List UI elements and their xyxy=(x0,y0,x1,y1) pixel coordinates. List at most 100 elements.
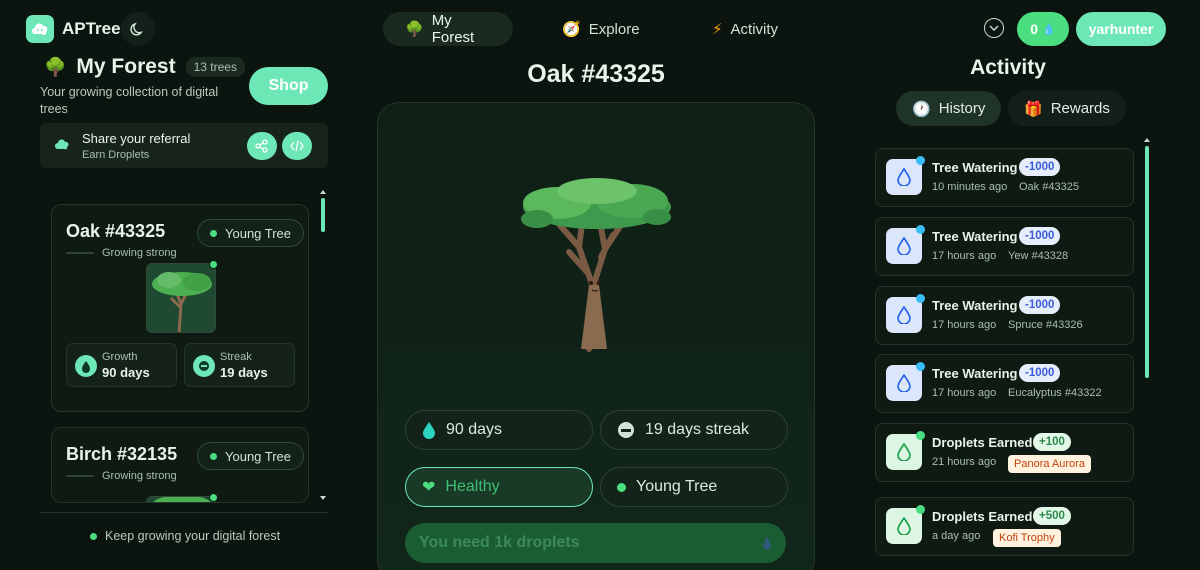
amount-badge: -1000 xyxy=(1019,158,1061,176)
tree-reference: Yew #43328 xyxy=(1008,250,1069,262)
tree-icon: 🌳 xyxy=(44,56,67,77)
water-tree-button[interactable]: You need 1k droplets xyxy=(405,523,786,563)
source-tag: Panora Aurora xyxy=(1008,455,1091,473)
droplet-icon xyxy=(75,355,97,377)
activity-time: a day ago xyxy=(932,530,981,542)
activity-item[interactable]: Tree Watering -1000 17 hours ago Spruce #43… xyxy=(875,286,1134,345)
activity-title: Droplets Earned xyxy=(932,509,1033,524)
droplet-balance: 0 xyxy=(1030,21,1039,37)
health-status-pill: ❤ Healthy xyxy=(405,467,593,507)
tree-illustration xyxy=(521,178,671,352)
tree-icon: 🌳 xyxy=(405,21,424,38)
scroll-up-arrow[interactable] xyxy=(1144,138,1150,142)
tree-reference: Eucalyptus #43322 xyxy=(1008,387,1102,399)
top-bar: APTree 🌳 My Forest 🧭 Explore ⚡ Activity … xyxy=(0,0,1200,58)
tab-history[interactable]: 🕐 History xyxy=(896,91,1002,126)
activity-time: 21 hours ago xyxy=(932,456,997,468)
activity-item[interactable]: Tree Watering -1000 17 hours ago Yew #43328 xyxy=(875,217,1134,276)
amount-badge: -1000 xyxy=(1019,227,1061,245)
theme-toggle-button[interactable] xyxy=(121,12,155,46)
tree-reference: Oak #43325 xyxy=(1019,181,1079,193)
droplet-icon xyxy=(423,422,435,439)
forest-subtitle: Your growing collection of digital trees xyxy=(40,85,219,116)
watering-droplet-icon xyxy=(886,294,925,333)
divider xyxy=(40,512,328,513)
forest-header: 🌳 My Forest 13 trees xyxy=(44,55,245,79)
tab-label: Explore xyxy=(588,20,640,38)
activity-time: 10 minutes ago xyxy=(932,181,1008,193)
activity-item[interactable]: Tree Watering -1000 17 hours ago Eucalyptus… xyxy=(875,354,1134,413)
tree-count-badge: 13 trees xyxy=(185,57,245,77)
streak-stat: Streak 19 days xyxy=(184,343,295,387)
activity-item[interactable]: Droplets Earned +500 a day ago Kofi Trophy xyxy=(875,497,1134,556)
active-indicator xyxy=(209,260,218,269)
streak-pill: 19 days streak xyxy=(600,410,788,450)
stage-badge: Young Tree xyxy=(197,442,305,470)
tree-status: Growing strong xyxy=(66,470,177,482)
tree-card-oak[interactable]: Oak #43325 Growing strong Young Tree Gro… xyxy=(51,204,309,412)
activity-item[interactable]: Droplets Earned +100 21 hours ago Panora Au… xyxy=(875,423,1134,482)
need-droplets-label: You need 1k droplets xyxy=(419,534,580,551)
active-indicator xyxy=(209,493,218,502)
activity-scrollbar[interactable] xyxy=(1145,146,1149,378)
watering-droplet-icon xyxy=(886,156,925,195)
droplets-icon: 💧 xyxy=(1042,23,1056,36)
tree-name: Birch #32135 xyxy=(66,444,178,464)
streak-icon xyxy=(618,422,634,438)
share-icon xyxy=(255,139,268,153)
chevron-down-icon[interactable] xyxy=(984,18,1004,38)
forest-title: My Forest xyxy=(76,55,176,78)
tree-name: Oak #43325 xyxy=(66,221,166,241)
tree-thumbnail xyxy=(146,496,216,502)
activity-title: Droplets Earned xyxy=(932,435,1033,450)
referral-icon xyxy=(54,137,70,158)
streak-icon xyxy=(193,355,215,377)
aptree-logo-icon[interactable] xyxy=(26,15,54,43)
growth-stat: Growth 90 days xyxy=(66,343,177,387)
tree-status: Growing strong xyxy=(66,247,177,259)
activity-time: 17 hours ago xyxy=(932,319,997,331)
source-tag: Kofi Trophy xyxy=(993,529,1061,547)
left-scrollbar[interactable] xyxy=(321,198,325,232)
activity-title: Activity xyxy=(970,56,1046,79)
referral-title: Share your referral xyxy=(82,131,191,146)
tab-rewards[interactable]: 🎁 Rewards xyxy=(1008,91,1126,126)
droplet-balance-button[interactable]: 0 💧 xyxy=(1017,12,1069,46)
code-icon xyxy=(290,140,304,152)
moon-icon xyxy=(130,22,143,36)
tree-detail-title: Oak #43325 xyxy=(527,60,665,88)
referral-subtitle: Earn Droplets xyxy=(82,149,150,161)
amount-badge: -1000 xyxy=(1019,364,1061,382)
brand-name[interactable]: APTree xyxy=(62,19,121,39)
amount-badge: +100 xyxy=(1033,433,1071,451)
embed-code-button[interactable] xyxy=(282,132,312,160)
activity-time: 17 hours ago xyxy=(932,387,997,399)
activity-title: Tree Watering xyxy=(932,366,1018,381)
heart-icon: ❤ xyxy=(422,479,436,496)
gift-icon: 🎁 xyxy=(1024,100,1043,118)
tree-thumbnail xyxy=(146,263,216,333)
tree-card-birch[interactable]: Birch #32135 Growing strong Young Tree xyxy=(51,427,309,503)
tab-explore[interactable]: 🧭 Explore xyxy=(540,12,662,46)
forest-footer: Keep growing your digital forest xyxy=(90,529,280,543)
user-menu-button[interactable]: yarhunter xyxy=(1076,12,1166,46)
share-button[interactable] xyxy=(247,132,277,160)
earned-droplet-icon xyxy=(886,505,925,544)
watering-droplet-icon xyxy=(886,362,925,401)
scroll-down-arrow[interactable] xyxy=(320,496,326,500)
activity-item[interactable]: Tree Watering -1000 10 minutes ago Oak #433… xyxy=(875,148,1134,207)
scroll-up-arrow[interactable] xyxy=(320,190,326,194)
tab-my-forest[interactable]: 🌳 My Forest xyxy=(383,12,513,46)
stage-badge: Young Tree xyxy=(197,219,305,247)
bolt-icon: ⚡ xyxy=(712,21,723,38)
tab-activity[interactable]: ⚡ Activity xyxy=(690,12,800,46)
tab-label: Activity xyxy=(730,20,779,38)
shop-button[interactable]: Shop xyxy=(249,67,328,105)
activity-title: Tree Watering xyxy=(932,160,1018,175)
clock-icon: 🕐 xyxy=(912,100,931,118)
compass-icon: 🧭 xyxy=(562,21,581,38)
activity-title: Tree Watering xyxy=(932,229,1018,244)
tab-label: My Forest xyxy=(431,12,475,46)
username: yarhunter xyxy=(1088,21,1154,37)
stage-pill: Young Tree xyxy=(600,467,788,507)
